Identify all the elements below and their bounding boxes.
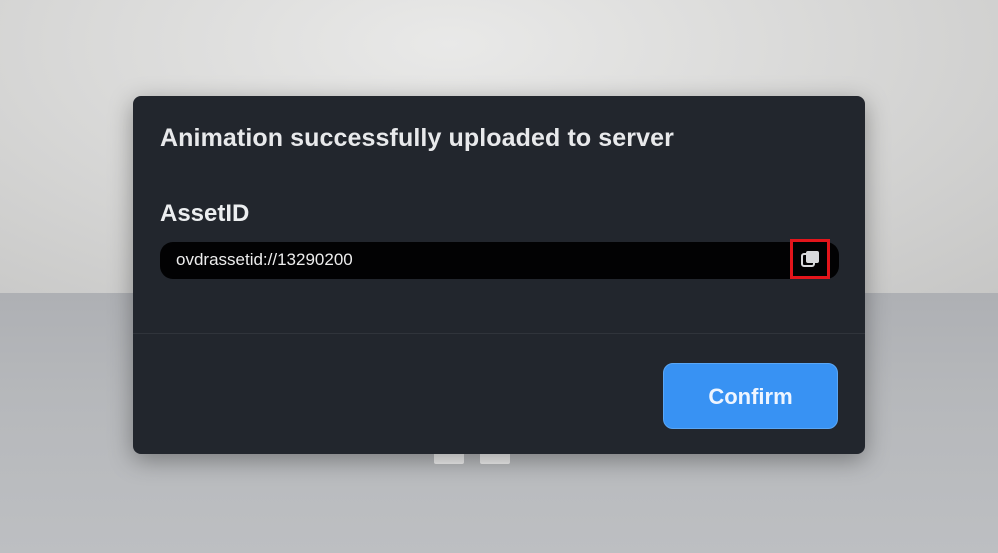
upload-success-dialog: Animation successfully uploaded to serve… (133, 96, 865, 454)
app-viewport: Animation successfully uploaded to serve… (0, 0, 998, 553)
asset-id-value[interactable]: ovdrassetid://13290200 (176, 250, 353, 270)
dialog-divider (133, 333, 865, 334)
asset-id-label: AssetID (160, 200, 250, 227)
dialog-title: Animation successfully uploaded to serve… (160, 124, 674, 152)
confirm-button[interactable]: Confirm (663, 363, 838, 429)
copy-asset-id-button[interactable] (790, 239, 830, 279)
asset-id-field[interactable]: ovdrassetid://13290200 (160, 242, 839, 279)
copy-icon (801, 251, 819, 267)
